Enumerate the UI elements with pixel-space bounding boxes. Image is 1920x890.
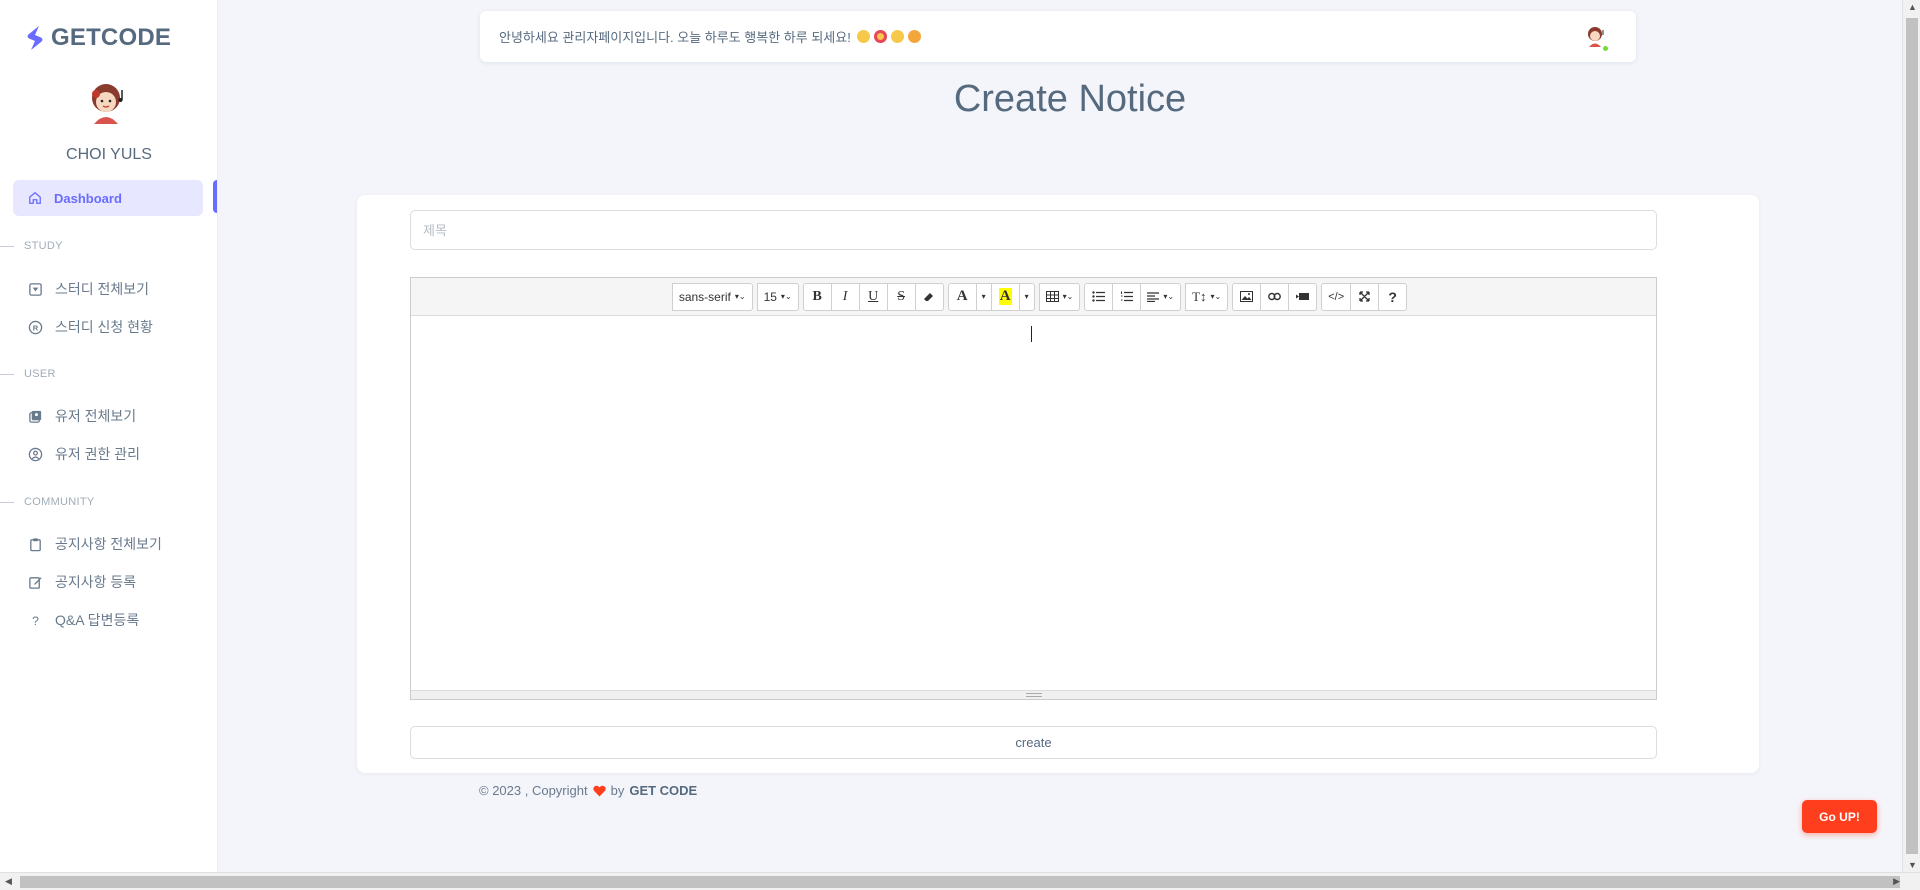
fullscreen-icon	[1359, 291, 1370, 302]
fullscreen-button[interactable]	[1350, 282, 1380, 311]
sidebar-item-dashboard[interactable]: Dashboard	[13, 180, 203, 216]
sidebar-item-qna-answer[interactable]: ? Q&A 답변등록	[28, 610, 139, 630]
help-button[interactable]: ?	[1378, 282, 1408, 311]
sidebar-item-label: Dashboard	[54, 190, 122, 206]
table-icon	[1045, 291, 1059, 302]
scroll-up-arrow-icon[interactable]: ▲	[1908, 2, 1917, 12]
ordered-list-button[interactable]	[1112, 282, 1142, 311]
clipboard-icon	[30, 537, 41, 551]
scroll-left-arrow-icon[interactable]: ◀	[5, 876, 12, 887]
footer-by: by	[610, 783, 625, 798]
footer-copyright: © 2023 , Copyright	[479, 783, 588, 798]
clear-format-button[interactable]	[914, 282, 944, 311]
username: CHOI YULS	[66, 146, 152, 163]
create-button[interactable]: create	[410, 726, 1657, 759]
question-icon: ?	[32, 614, 39, 628]
insert-video-button[interactable]	[1288, 282, 1318, 311]
registered-icon: R	[28, 320, 43, 334]
brand[interactable]: GETCODE	[25, 24, 171, 52]
line-height-button[interactable]: T↕ ▾⌄	[1185, 282, 1229, 311]
code-view-button[interactable]: </>	[1321, 282, 1352, 311]
svg-text:R: R	[33, 323, 39, 332]
table-button[interactable]: ▾⌄	[1038, 282, 1081, 311]
sidebar: GETCODE CHOI YULS Dashboard STUDY 스터디 전체…	[0, 0, 218, 872]
top-navbar: 안녕하세요 관리자페이지입니다. 오늘 하루도 행복한 하루 되세요!	[480, 11, 1636, 62]
font-color-dropdown[interactable]: ▾	[975, 282, 992, 311]
bullet-list-icon	[1092, 291, 1106, 302]
underline-button[interactable]: U	[858, 282, 888, 311]
home-icon	[29, 191, 41, 204]
vertical-scrollbar[interactable]: ▲ ▼	[1902, 0, 1920, 872]
italic-button[interactable]: I	[830, 282, 860, 311]
sidebar-item-notice-list[interactable]: 공지사항 전체보기	[28, 534, 162, 554]
go-up-button[interactable]: Go UP!	[1802, 800, 1877, 833]
brand-name: GETCODE	[51, 24, 172, 51]
numbered-list-icon	[1121, 291, 1134, 302]
page-title: Create Notice	[953, 78, 1187, 120]
editor-resize-handle[interactable]	[411, 690, 1656, 699]
horizontal-scroll-thumb[interactable]	[20, 876, 1900, 888]
insert-image-button[interactable]	[1232, 282, 1262, 311]
edit-icon	[29, 576, 42, 589]
sidebar-item-notice-create[interactable]: 공지사항 등록	[28, 572, 136, 592]
heart-eyes-face-icon	[873, 30, 887, 43]
footer-owner-link[interactable]: GET CODE	[629, 783, 697, 798]
heart-icon	[592, 785, 606, 796]
scroll-down-arrow-icon[interactable]: ▼	[1908, 860, 1917, 870]
strikethrough-button[interactable]: S	[886, 282, 916, 311]
online-status-dot	[1602, 45, 1609, 52]
highlight-color-button[interactable]: A	[990, 282, 1020, 311]
brand-logo-icon	[27, 26, 43, 50]
section-user: USER	[0, 368, 56, 380]
text-caret	[1031, 326, 1032, 342]
sidebar-item-study-applications[interactable]: R 스터디 신청 현황	[28, 317, 153, 337]
eraser-icon	[924, 292, 934, 301]
users-list-icon	[29, 410, 42, 423]
highlight-color-dropdown[interactable]: ▾	[1018, 282, 1035, 311]
font-size-select[interactable]: 15 ▾⌄	[756, 282, 799, 311]
sidebar-item-study-list[interactable]: 스터디 전체보기	[28, 279, 149, 299]
image-icon	[1240, 291, 1254, 302]
rich-text-editor: sans-serif ▾⌄ 15 ▾⌄ B I U S A ▾ A ▾ ▾⌄ ▾…	[410, 277, 1657, 700]
study-list-icon	[29, 282, 42, 296]
notice-form-card: sans-serif▾⌄ 15▾⌄ B I U S A ▾ A ▾	[357, 195, 1759, 773]
section-community: COMMUNITY	[0, 496, 95, 508]
insert-link-button[interactable]	[1260, 282, 1290, 311]
greeting-emojis	[856, 30, 921, 43]
editor-toolbar: sans-serif ▾⌄ 15 ▾⌄ B I U S A ▾ A ▾ ▾⌄ ▾…	[411, 278, 1656, 316]
horizontal-scrollbar[interactable]: ◀ ▶	[0, 872, 1920, 890]
greeting-text: 안녕하세요 관리자페이지입니다. 오늘 하루도 행복한 하루 되세요!	[499, 30, 851, 45]
bold-button[interactable]: B	[802, 282, 832, 311]
link-icon	[1268, 292, 1282, 301]
paragraph-align-button[interactable]: ▾⌄	[1140, 282, 1182, 311]
hugging-face-icon	[907, 30, 921, 43]
unordered-list-button[interactable]	[1084, 282, 1114, 311]
font-color-button[interactable]: A	[947, 282, 977, 311]
sidebar-item-user-permissions[interactable]: 유저 권한 관리	[28, 444, 140, 464]
editor-content-area[interactable]	[411, 316, 1656, 690]
title-input[interactable]	[410, 210, 1657, 250]
svg-text:?: ?	[32, 614, 39, 628]
grinning-face-icon	[890, 30, 904, 43]
smiling-face-icon	[856, 30, 870, 43]
font-family-select[interactable]: sans-serif ▾⌄	[671, 282, 753, 311]
user-circle-icon	[28, 447, 43, 461]
align-left-icon	[1147, 291, 1160, 302]
footer: © 2023 , Copyright by GET CODE	[479, 783, 697, 798]
section-study: STUDY	[0, 240, 63, 252]
resize-grip-icon	[1025, 693, 1042, 697]
sidebar-item-users-list[interactable]: 유저 전체보기	[28, 406, 136, 426]
active-indicator	[213, 180, 217, 213]
scroll-right-arrow-icon[interactable]: ▶	[1893, 876, 1900, 887]
vertical-scroll-thumb[interactable]	[1906, 18, 1918, 854]
video-icon	[1296, 293, 1310, 300]
avatar	[92, 84, 123, 124]
